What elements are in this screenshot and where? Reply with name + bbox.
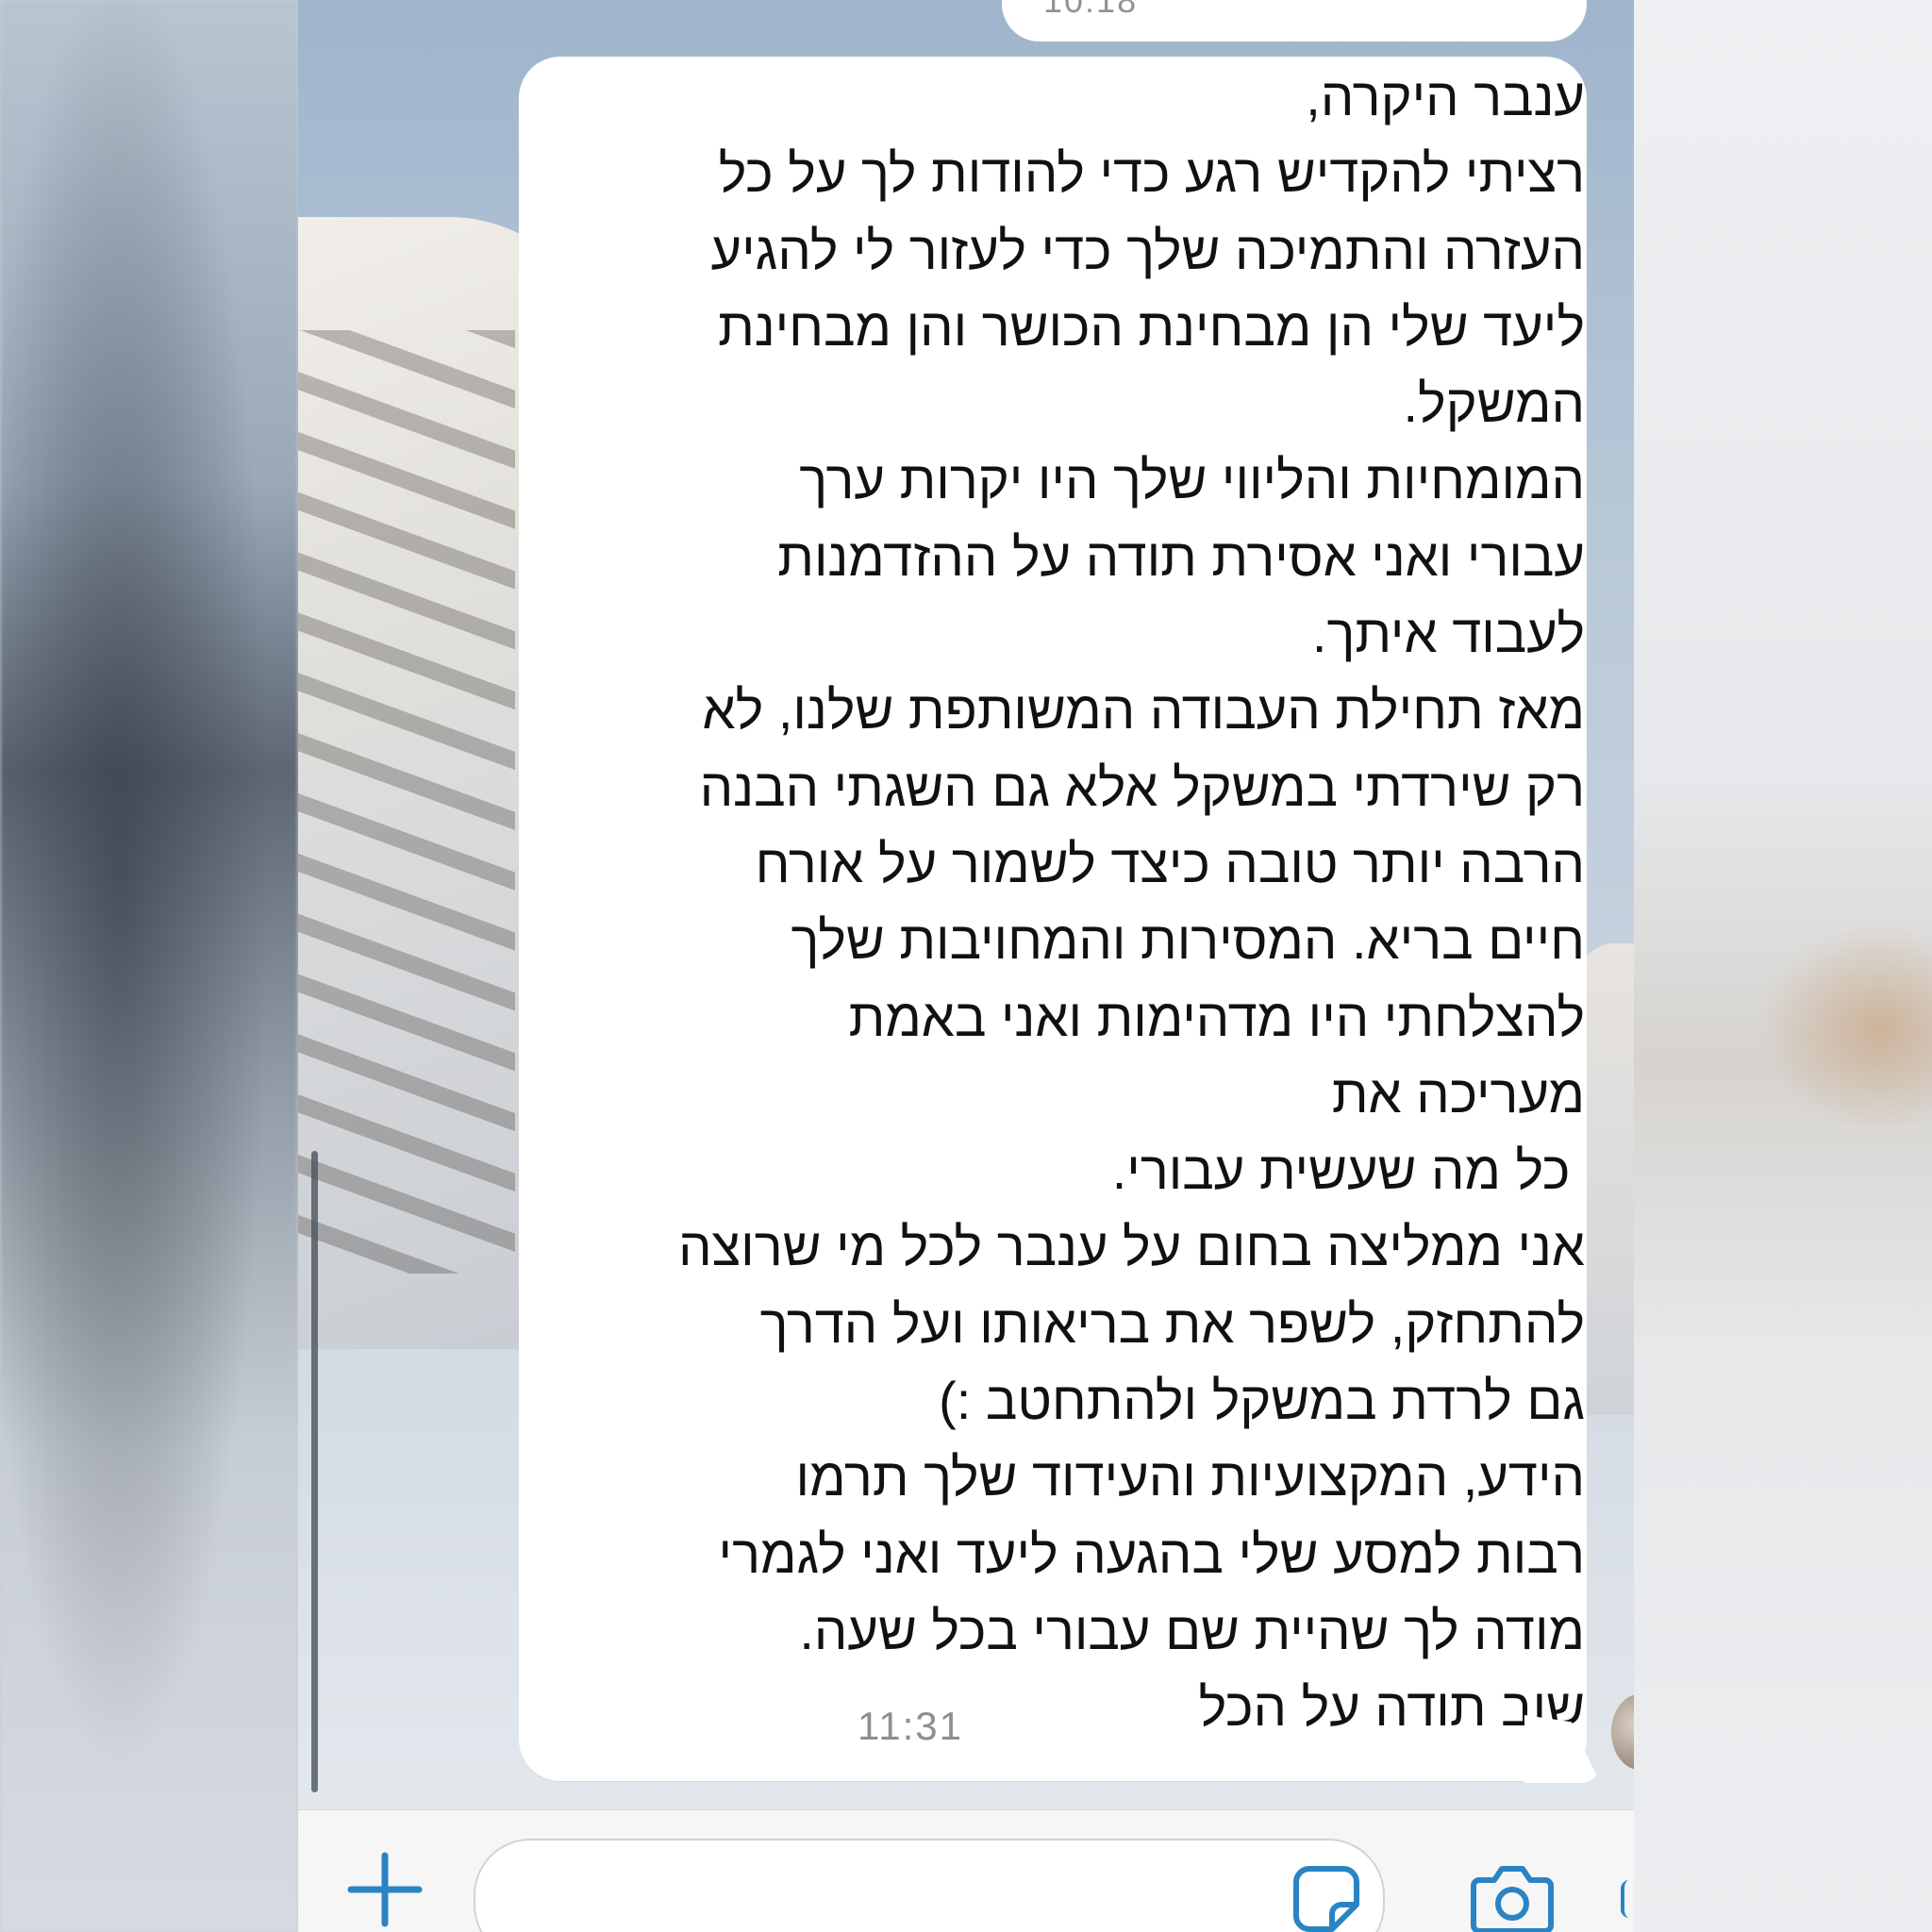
message-bubble[interactable]: ענבר היקרה, רציתי להקדיש רגע כדי להודות ל…	[519, 57, 1587, 1781]
message-line: מודה לך שהיית שם עבורי בכל שעה.	[799, 1600, 1585, 1660]
message-line: רק שירדתי במשקל אלא גם השגתי הבנה	[699, 757, 1585, 817]
message-line: עבורי ואני אסירת תודה על ההזדמנות	[777, 526, 1585, 587]
scroll-indicator[interactable]	[311, 1151, 318, 1792]
message-line: ענבר היקרה,	[1306, 67, 1585, 126]
camera-icon[interactable]	[1470, 1859, 1555, 1932]
chat-screen: 10:18 ענבר היקרה, רציתי להקדיש רגע כדי לה…	[298, 0, 1634, 1932]
message-time: 11:31	[858, 1704, 963, 1748]
blurred-background-left	[0, 0, 298, 1932]
message-line: גם לרדת במשקל ולהתחטב :)	[939, 1371, 1585, 1431]
message-text: ענבר היקרה, רציתי להקדיש רגע כדי להודות ל…	[547, 57, 1585, 1746]
message-line: העזרה והתמיכה שלך כדי לעזור לי להגיע	[710, 220, 1585, 280]
input-bar	[298, 1809, 1634, 1932]
message-line: רבות למסע שלי בהגעה ליעד ואני לגמרי	[718, 1524, 1585, 1584]
message-line: הרבה יותר טובה כיצד לשמור על אורח	[755, 833, 1585, 893]
message-line: מעריכה את	[1331, 1063, 1585, 1124]
message-input[interactable]	[474, 1839, 1385, 1932]
message-line: כל מה שעשית עבורי.	[1111, 1141, 1585, 1201]
plus-icon[interactable]	[347, 1852, 423, 1927]
message-line: רציתי להקדיש רגע כדי להודות לך על כל	[718, 143, 1585, 204]
message-line: להצלחתי היו מדהימות ואני באמת	[848, 987, 1585, 1047]
previous-message-time: 10:18	[1043, 0, 1139, 20]
microphone-icon[interactable]	[1621, 1880, 1634, 1918]
message-line: חיים בריא. המסירות והמחויבות שלך	[791, 910, 1585, 971]
message-line: המשקל.	[1403, 374, 1585, 434]
message-line: להתחזק, לשפר את בריאותו ועל הדרך	[759, 1293, 1585, 1354]
message-line: הידע, המקצועיות והעידוד שלך תרמו	[795, 1447, 1585, 1507]
message-line: המומחיות והליווי שלך היו יקרות ערך	[799, 450, 1585, 510]
message-line: שוב תודה על הכל	[1198, 1677, 1585, 1738]
sticker-icon[interactable]	[1289, 1861, 1364, 1932]
message-line: מאז תחילת העבודה המשותפת שלנו, לא	[702, 680, 1585, 741]
message-line: ליעד שלי הן מבחינת הכושר והן מבחינת	[718, 296, 1585, 357]
blurred-background-right	[1634, 0, 1932, 1932]
message-line: אני ממליצה בחום על ענבר לכל מי שרוצה	[678, 1217, 1585, 1277]
message-line: לעבוד איתך.	[1311, 604, 1585, 664]
